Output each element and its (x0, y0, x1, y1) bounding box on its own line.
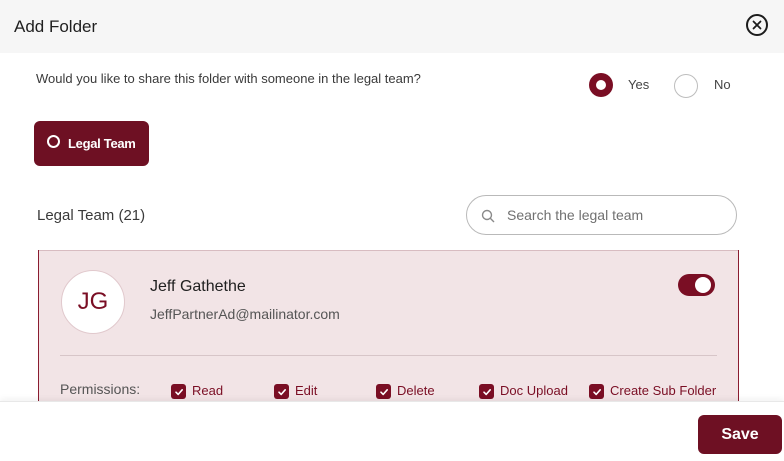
permission-doc-upload-checkbox[interactable]: Doc Upload (479, 381, 568, 399)
check-icon (171, 384, 186, 399)
share-no-label: No (714, 77, 731, 92)
member-access-toggle[interactable] (678, 274, 715, 296)
legal-team-heading: Legal Team (21) (37, 207, 146, 224)
member-email: JeffPartnerAd@mailinator.com (150, 306, 340, 322)
avatar: JG (61, 270, 125, 334)
search-box (466, 195, 737, 235)
permission-delete-label: Delete (397, 382, 435, 398)
search-icon (481, 209, 495, 223)
close-icon[interactable] (746, 14, 768, 36)
permission-delete-checkbox[interactable]: Delete (376, 381, 435, 399)
permission-edit-label: Edit (295, 382, 318, 398)
save-button[interactable]: Save (698, 415, 782, 454)
share-no-radio[interactable] (674, 74, 698, 98)
permission-edit-checkbox[interactable]: Edit (274, 381, 317, 399)
card-divider (60, 355, 717, 356)
check-icon (589, 384, 604, 399)
check-icon (376, 384, 391, 399)
permission-read-checkbox[interactable]: Read (171, 381, 223, 399)
check-icon (479, 384, 494, 399)
legal-team-chip-label: Legal Team (68, 136, 136, 151)
card-top-border (39, 250, 738, 251)
permission-doc-upload-label: Doc Upload (500, 382, 568, 398)
member-name: Jeff Gathethe (150, 278, 246, 295)
legal-team-chip[interactable]: Legal Team (34, 121, 149, 166)
modal-title: Add Folder (14, 17, 98, 36)
permission-create-sub-folder-checkbox[interactable]: Create Sub Folder (589, 381, 716, 399)
share-yes-label: Yes (628, 77, 650, 92)
share-question: Would you like to share this folder with… (36, 71, 421, 86)
modal-footer: Save (0, 401, 784, 461)
check-icon (274, 384, 289, 399)
search-input[interactable] (507, 204, 727, 226)
modal-header: Add Folder (0, 0, 784, 53)
add-folder-modal: Add Folder Would you like to share this … (0, 0, 784, 461)
radio-ring-icon (47, 135, 60, 148)
permission-create-sub-folder-label: Create Sub Folder (610, 382, 717, 398)
permissions-label: Permissions: (60, 381, 141, 397)
permission-read-label: Read (192, 382, 224, 398)
share-yes-radio[interactable] (589, 73, 613, 97)
member-card: JG Jeff Gathethe JeffPartnerAd@mailinato… (38, 250, 739, 420)
